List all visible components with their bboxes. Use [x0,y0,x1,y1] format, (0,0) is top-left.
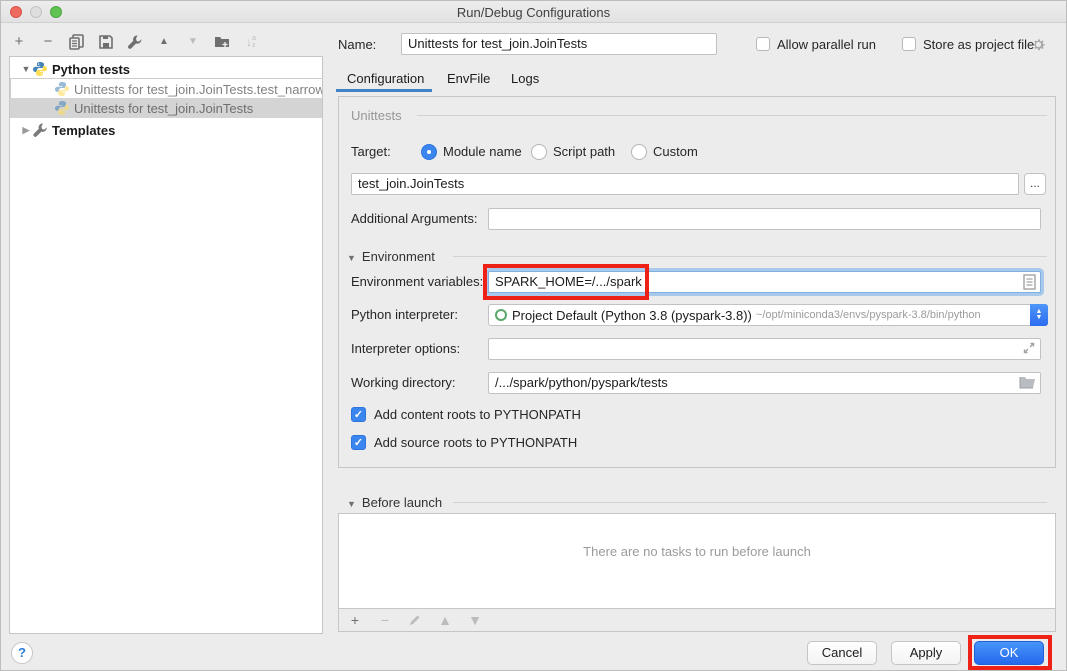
divider [453,502,1047,503]
tree-item-label: Python tests [52,62,130,77]
module-name-input[interactable]: test_join.JoinTests [351,173,1019,195]
folder-icon[interactable] [1019,375,1036,394]
chevron-down-icon[interactable]: ▼ [347,253,356,263]
window-title: Run/Debug Configurations [1,5,1066,20]
before-launch-toolbar: + − ▲ ▼ [339,608,1055,631]
run-debug-configurations-dialog: Run/Debug Configurations + − ▲ ▼ ↓az ▼ P… [0,0,1067,671]
before-launch-section-header[interactable]: ▼ Before launch [347,495,442,510]
add-source-roots-label: Add source roots to PYTHONPATH [374,432,577,454]
environment-section-label: Environment [362,249,435,264]
copy-configuration-icon[interactable] [69,34,85,50]
before-launch-panel: There are no tasks to run before launch … [338,513,1056,632]
tree-item-config-selected[interactable]: Unittests for test_join.JoinTests [10,98,322,118]
divider [453,256,1047,257]
tree-item-config-narrow[interactable]: Unittests for test_join.JoinTests.test_n… [10,79,322,99]
apply-button[interactable]: Apply [891,641,961,665]
ok-button[interactable]: OK [974,641,1044,665]
add-icon[interactable]: + [11,34,27,50]
configurations-toolbar: + − ▲ ▼ ↓az [11,32,259,52]
environment-variables-label: Environment variables: [351,271,483,293]
interpreter-options-input[interactable] [488,338,1041,360]
before-launch-label: Before launch [362,495,442,510]
additional-arguments-label: Additional Arguments: [351,208,477,230]
active-tab-indicator [336,89,432,92]
name-label: Name: [338,34,376,56]
gear-icon[interactable] [1031,37,1046,57]
add-content-roots-label: Add content roots to PYTHONPATH [374,404,581,426]
save-configuration-icon[interactable] [98,34,114,50]
tree-item-label: Templates [52,123,115,138]
titlebar: Run/Debug Configurations [1,1,1066,23]
target-module-name-radio[interactable] [421,144,437,160]
allow-parallel-run-checkbox[interactable] [756,37,770,51]
tree-item-python-tests[interactable]: ▼ Python tests [10,59,322,79]
remove-icon[interactable]: − [40,34,56,50]
target-script-path-radio[interactable] [531,144,547,160]
tab-configuration[interactable]: Configuration [347,71,424,86]
working-directory-input[interactable]: /.../spark/python/pyspark/tests [488,372,1041,394]
python-interpreter-label: Python interpreter: [351,304,458,326]
move-down-icon: ▼ [467,612,483,628]
help-button[interactable]: ? [11,642,33,664]
allow-parallel-run-label: Allow parallel run [777,34,876,56]
environment-variables-input[interactable]: SPARK_HOME=/.../spark [488,271,1041,293]
combo-stepper-icon[interactable]: ▲▼ [1030,304,1048,326]
unittests-group-label: Unittests [351,108,402,123]
python-icon [54,100,70,116]
edit-icon [407,612,423,628]
tree-item-label: Unittests for test_join.JoinTests [74,101,253,116]
add-content-roots-checkbox[interactable]: ✓ [351,407,366,422]
before-launch-empty-text: There are no tasks to run before launch [339,544,1055,559]
python-interpreter-select[interactable]: Project Default (Python 3.8 (pyspark-3.8… [488,304,1048,326]
new-folder-icon[interactable] [214,34,230,50]
target-script-path-label[interactable]: Script path [553,141,615,163]
environment-section-header[interactable]: ▼ Environment [347,249,435,264]
target-custom-radio[interactable] [631,144,647,160]
expand-field-icon[interactable] [1022,341,1036,360]
sort-configurations-icon: ↓az [243,34,259,50]
store-as-project-file-label: Store as project file [923,34,1034,56]
interpreter-options-label: Interpreter options: [351,338,460,360]
move-up-icon[interactable]: ▲ [156,34,172,50]
tab-envfile[interactable]: EnvFile [447,71,490,86]
target-custom-label[interactable]: Custom [653,141,698,163]
browse-module-button[interactable]: ... [1024,173,1046,195]
add-icon[interactable]: + [347,612,363,628]
divider [417,115,1047,116]
remove-icon: − [377,612,393,628]
configurations-tree: ▼ Python tests Unittests for test_join.J… [9,56,323,634]
move-up-icon: ▲ [437,612,453,628]
wrench-icon [32,122,48,138]
conda-env-icon [495,309,507,321]
tree-item-templates[interactable]: ▶ Templates [10,120,322,140]
working-directory-label: Working directory: [351,372,456,394]
move-down-icon: ▼ [185,34,201,50]
python-icon [32,61,48,77]
chevron-down-icon[interactable]: ▼ [20,64,32,74]
store-as-project-file-checkbox[interactable] [902,37,916,51]
name-input[interactable]: Unittests for test_join.JoinTests [401,33,717,55]
target-module-name-label[interactable]: Module name [443,141,522,163]
target-label: Target: [351,141,391,163]
chevron-down-icon[interactable]: ▼ [347,499,356,509]
add-source-roots-checkbox[interactable]: ✓ [351,435,366,450]
additional-arguments-input[interactable] [488,208,1041,230]
interpreter-path: ~/opt/miniconda3/envs/pyspark-3.8/bin/py… [756,309,981,321]
chevron-right-icon[interactable]: ▶ [20,125,32,136]
python-icon [54,81,70,97]
tab-logs[interactable]: Logs [511,71,539,86]
cancel-button[interactable]: Cancel [807,641,877,665]
tree-item-label: Unittests for test_join.JoinTests.test_n… [74,82,322,97]
interpreter-value: Project Default (Python 3.8 (pyspark-3.8… [512,308,752,323]
env-variables-list-icon[interactable] [1023,274,1036,295]
edit-templates-icon[interactable] [127,34,143,50]
